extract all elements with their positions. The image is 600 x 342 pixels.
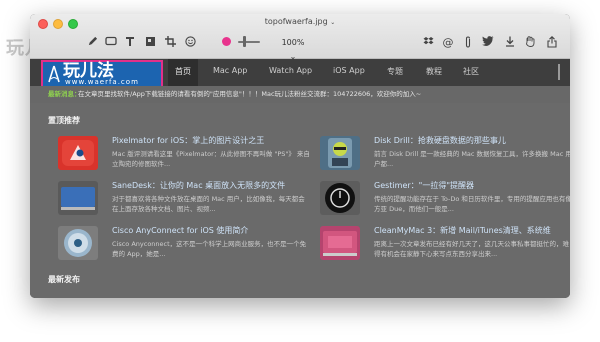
pixelmator-thumbnail[interactable] — [58, 136, 98, 170]
hand-icon[interactable] — [524, 36, 536, 50]
stroke-slider-knob[interactable] — [243, 36, 246, 47]
article-title[interactable]: SaneDesk：让你的 Mac 桌面放入无限多的文件 — [112, 180, 285, 191]
color-picker[interactable] — [222, 37, 231, 46]
article-card[interactable]: CleanMyMac 3：新增 Mail/iTunes清理、系统维 距离上一次文… — [320, 226, 570, 266]
article-card[interactable]: Pixelmator for iOS：掌上的图片设计之王 Mac 版评测请看这里… — [58, 136, 316, 176]
article-title[interactable]: Cisco AnyConnect for iOS 使用简介 — [112, 225, 248, 236]
clip-icon[interactable] — [462, 36, 474, 50]
notice-bar: 最新消息： 在文章页里找软件/App下载链接的请看有倒的"应用信息"！！！Mac… — [30, 86, 570, 103]
anyconnect-thumbnail[interactable] — [58, 226, 98, 260]
nav-item-home[interactable]: 首页 — [175, 66, 191, 77]
nav-item-tutorials[interactable]: 教程 — [426, 66, 442, 77]
article-card[interactable]: Disk Drill：抢救硬盘数据的那些事儿 前言 Disk Drill 是一款… — [320, 136, 570, 176]
rectangle-icon[interactable] — [104, 36, 118, 50]
article-card[interactable]: SaneDesk：让你的 Mac 桌面放入无限多的文件 对于都喜欢将各种文件放在… — [58, 181, 316, 221]
article-title[interactable]: Pixelmator for iOS：掌上的图片设计之王 — [112, 135, 264, 146]
article-card[interactable]: Cisco AnyConnect for iOS 使用简介 Cisco Anyc… — [58, 226, 316, 266]
cleanmymac-thumbnail[interactable] — [320, 226, 360, 260]
scrollbar[interactable] — [558, 64, 560, 80]
adjust-icon[interactable] — [144, 36, 156, 50]
article-excerpt: Cisco Anyconnect，这不是一个科学上网商业服务，也不是一个免费的 … — [112, 240, 307, 258]
share-icon[interactable] — [546, 36, 558, 50]
text-icon[interactable] — [124, 36, 136, 50]
nav-item-topics[interactable]: 专题 — [387, 66, 403, 77]
window-title: topofwaerfa.jpg ⌄ — [264, 17, 336, 26]
article-excerpt: Mac 版评测请看这里《Pixelmator：从此修图不再叫做 "PS"》 来自… — [112, 150, 310, 168]
notice-label: 最新消息： — [48, 90, 81, 98]
pen-icon[interactable] — [86, 36, 98, 50]
latest-section-title: 最新发布 — [48, 275, 80, 284]
dropbox-icon[interactable] — [422, 36, 434, 50]
sticky-section-title: 置顶推荐 — [48, 116, 80, 125]
notice-text[interactable]: 在文章页里找软件/App下载链接的请看有倒的"应用信息"！！！Mac玩儿法粉丝交… — [78, 86, 421, 103]
webpage-content: 玩儿法 www.waerfa.com 首页 Mac App Watch App … — [30, 59, 570, 298]
article-title[interactable]: Disk Drill：抢救硬盘数据的那些事儿 — [374, 135, 506, 146]
nav-item-community[interactable]: 社区 — [463, 66, 479, 77]
site-logo[interactable]: 玩儿法 www.waerfa.com — [41, 60, 163, 88]
stroke-slider[interactable] — [238, 41, 260, 43]
article-excerpt: 距离上一次文章发布已经有好几天了，这几天公事私事都挺忙的，难得有机会在家静下心来… — [374, 240, 569, 258]
at-icon[interactable]: @ — [442, 36, 454, 50]
article-title[interactable]: Gestimer："一拉得"提醒器 — [374, 180, 474, 191]
gestimer-thumbnail[interactable] — [320, 181, 360, 215]
article-excerpt: 对于都喜欢将各种文件放在桌面的 Mac 用户，比如像我，每天都会在上面存放各种文… — [112, 195, 305, 213]
logo-mark-icon — [48, 65, 60, 83]
emoji-icon[interactable] — [184, 36, 196, 50]
article-excerpt: 前言 Disk Drill 是一款经典的 Mac 数据恢复工具，许多换搬 Mac… — [374, 150, 570, 168]
twitter-icon[interactable] — [482, 36, 494, 50]
nav-item-ios-app[interactable]: iOS App — [333, 66, 365, 75]
disk-drill-thumbnail[interactable] — [320, 136, 360, 170]
sanedesk-thumbnail[interactable] — [58, 181, 98, 215]
site-nav: 玩儿法 www.waerfa.com 首页 Mac App Watch App … — [30, 59, 570, 88]
article-excerpt: 传统的提醒功能存在于 To-Do 和日历软件里，专用的提醒应用也有像方亚 Due… — [374, 195, 570, 213]
titlebar: topofwaerfa.jpg ⌄ 100% ⌄ @ — [30, 14, 570, 61]
nav-item-watch-app[interactable]: Watch App — [269, 66, 312, 75]
article-card[interactable]: Gestimer："一拉得"提醒器 传统的提醒功能存在于 To-Do 和日历软件… — [320, 181, 570, 221]
nav-item-mac-app[interactable]: Mac App — [213, 66, 247, 75]
article-title[interactable]: CleanMyMac 3：新增 Mail/iTunes清理、系统维 — [374, 225, 551, 236]
toolbar: 100% ⌄ @ — [30, 32, 570, 61]
crop-icon[interactable] — [164, 36, 176, 50]
site-logo-url: www.waerfa.com — [65, 78, 139, 86]
app-window: topofwaerfa.jpg ⌄ 100% ⌄ @ 玩儿法 www.waerf… — [30, 14, 570, 298]
download-icon[interactable] — [504, 36, 516, 50]
zoom-level[interactable]: 100% ⌄ — [278, 36, 308, 61]
